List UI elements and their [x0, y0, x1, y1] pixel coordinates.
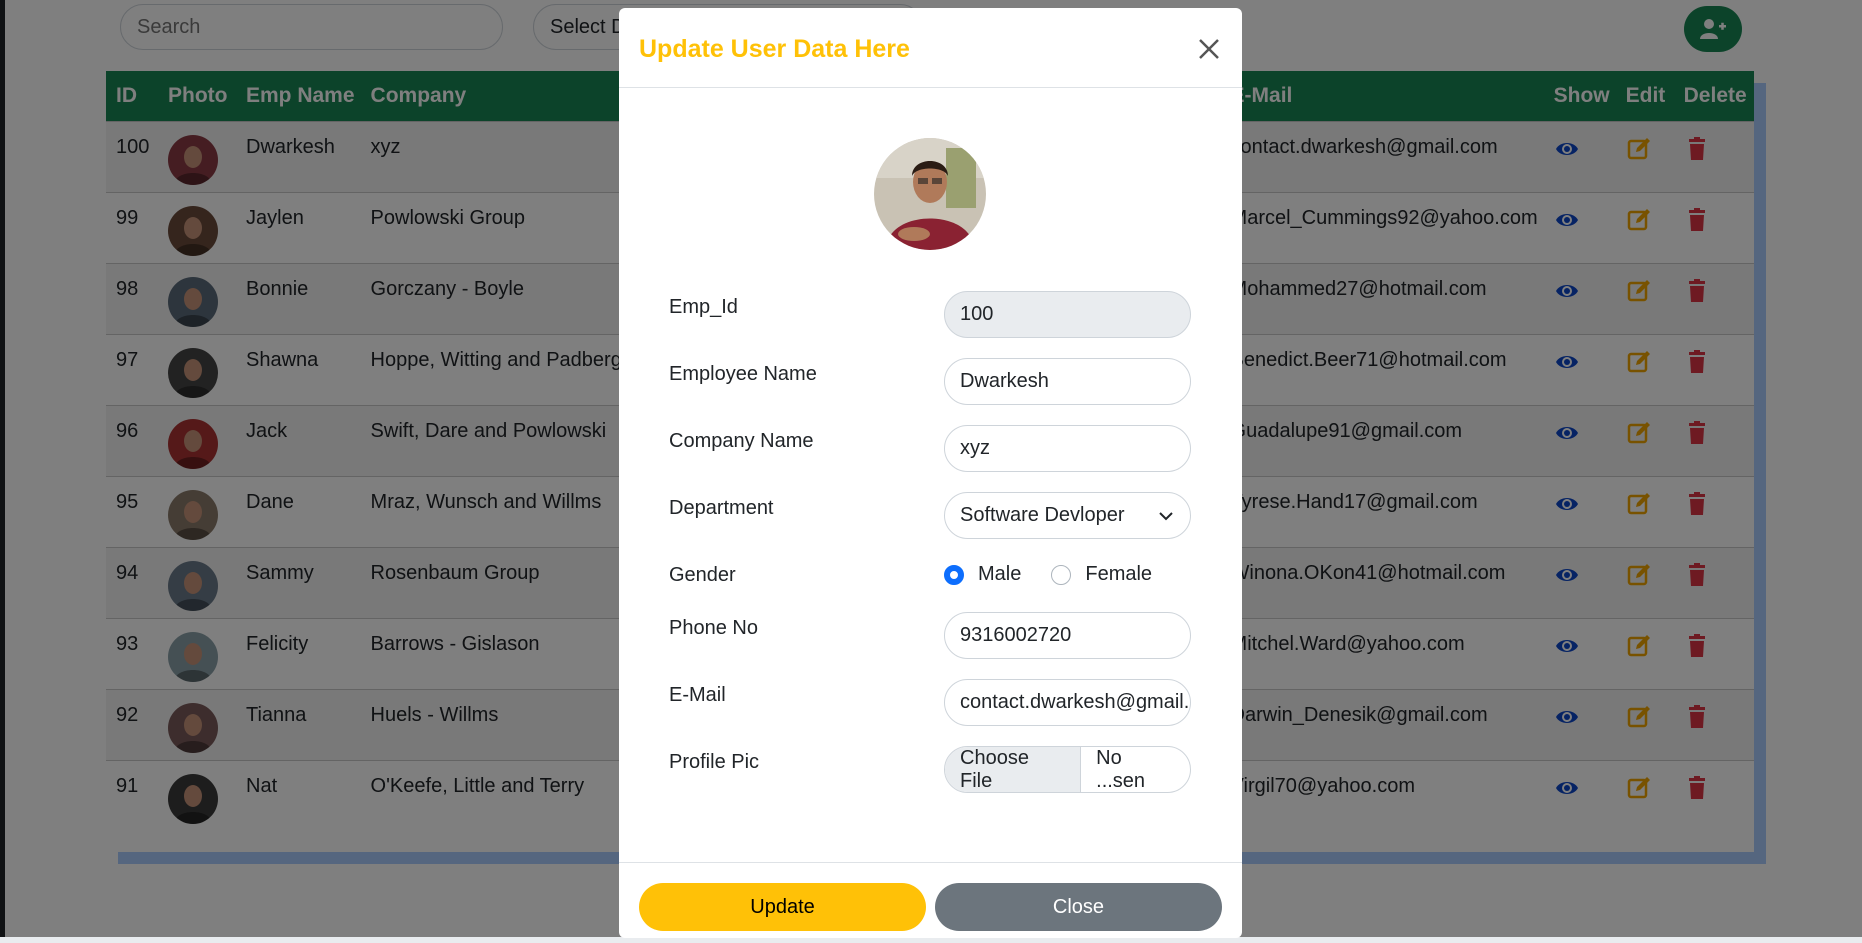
company-name-field[interactable]: xyz: [944, 425, 1191, 472]
gender-male-label: Male: [978, 563, 1022, 585]
file-name-text: No ...sen: [1096, 746, 1146, 792]
page-background: Select Department ID Photo Emp Name Comp…: [0, 0, 1862, 943]
email-field[interactable]: contact.dwarkesh@gmail.com: [944, 679, 1191, 726]
gender-label: Gender: [669, 564, 736, 586]
gender-female-label: Female: [1085, 563, 1153, 585]
profile-avatar: [874, 138, 986, 250]
emp-id-label: Emp_Id: [669, 296, 738, 318]
emp-id-field[interactable]: 100: [944, 291, 1191, 338]
gender-radio-group: Male Female: [944, 563, 1182, 586]
department-label: Department: [669, 497, 774, 519]
close-button[interactable]: Close: [935, 883, 1222, 931]
phone-label: Phone No: [669, 617, 758, 639]
department-value: Software Devloper: [960, 504, 1125, 526]
emp-id-value: 100: [960, 303, 994, 325]
gender-male-radio[interactable]: [944, 564, 964, 585]
employee-name-field[interactable]: Dwarkesh: [944, 358, 1191, 405]
employee-name-label: Employee Name: [669, 363, 817, 385]
profile-pic-file-input[interactable]: Choose File No ...sen: [944, 746, 1191, 793]
profile-pic-label: Profile Pic: [669, 751, 760, 773]
choose-file-button[interactable]: Choose File: [945, 747, 1082, 792]
modal-footer: Update Close: [619, 862, 1242, 938]
update-user-modal: Update User Data Here Emp_Id 100 Employe…: [619, 8, 1242, 938]
update-button[interactable]: Update: [639, 883, 926, 931]
close-icon[interactable]: [1192, 32, 1226, 66]
company-name-value: xyz: [960, 437, 990, 459]
modal-title: Update User Data Here: [639, 35, 910, 63]
company-name-label: Company Name: [669, 430, 814, 452]
phone-field[interactable]: 9316002720: [944, 612, 1191, 659]
department-select[interactable]: Software Devloper: [944, 492, 1191, 539]
employee-name-value: Dwarkesh: [960, 370, 1049, 392]
gender-female-radio[interactable]: [1051, 564, 1072, 585]
email-value: contact.dwarkesh@gmail.com: [960, 691, 1190, 713]
email-label: E-Mail: [669, 684, 726, 706]
modal-header: Update User Data Here: [619, 8, 1242, 88]
chevron-down-icon: [1159, 512, 1173, 521]
phone-value: 9316002720: [960, 624, 1072, 646]
